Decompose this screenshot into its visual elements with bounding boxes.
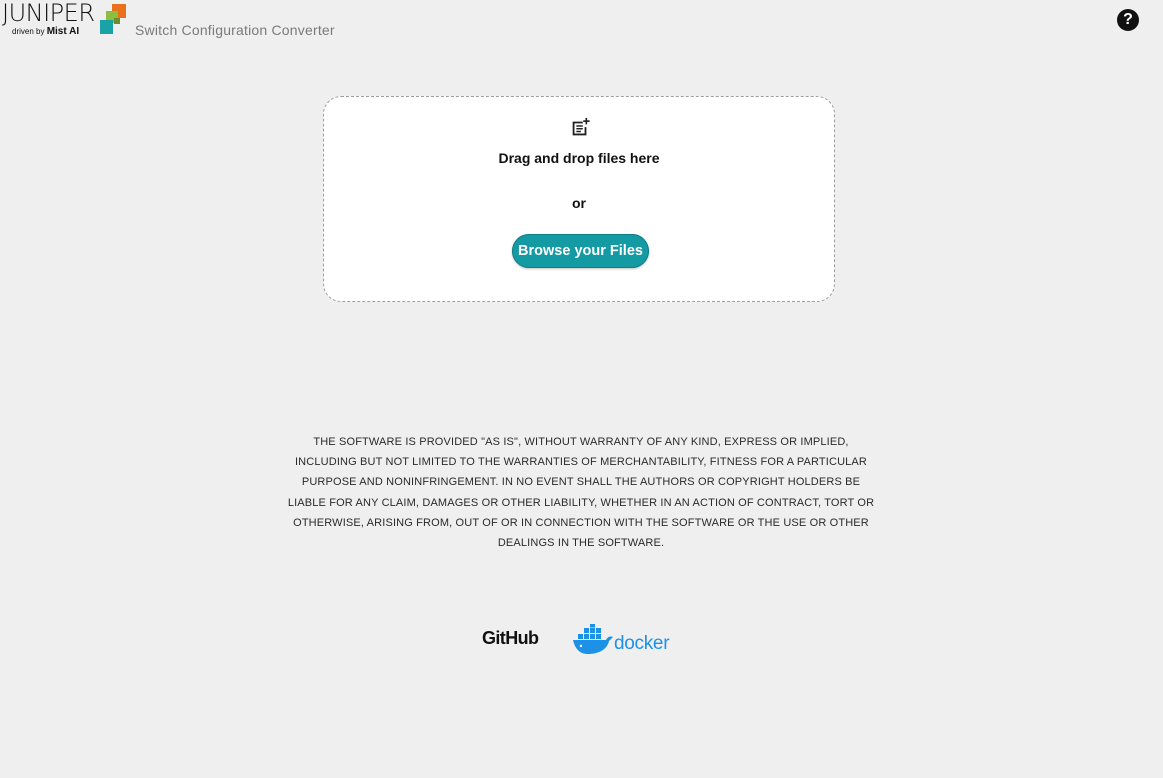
juniper-logo[interactable]: JUNIPER driven by Mist AI — [2, 0, 132, 40]
docker-link[interactable]: docker — [572, 624, 684, 656]
note-add-icon — [572, 117, 590, 136]
logo-tag-prefix: driven by — [12, 27, 45, 36]
help-button[interactable]: ? — [1117, 9, 1139, 31]
license-disclaimer: THE SOFTWARE IS PROVIDED "AS IS", WITHOU… — [287, 436, 875, 550]
docker-wordmark: docker — [614, 633, 670, 654]
logo-squares-icon — [100, 4, 126, 34]
docker-whale-icon — [573, 624, 613, 654]
logo-tagline: driven by Mist AI — [12, 26, 79, 37]
drop-label: Drag and drop files here — [498, 150, 660, 166]
or-label: or — [572, 195, 586, 211]
logo-wordmark: JUNIPER — [2, 0, 95, 27]
app-title: Switch Configuration Converter — [135, 22, 335, 38]
github-link[interactable]: GitHub — [482, 628, 539, 649]
app-header: JUNIPER driven by Mist AI Switch Configu… — [0, 0, 1163, 44]
logo-tag-brand: Mist AI — [46, 26, 80, 37]
file-dropzone[interactable]: Drag and drop files here or Browse your … — [323, 96, 835, 302]
footer-links: GitHub docker — [480, 620, 690, 660]
browse-files-button[interactable]: Browse your Files — [512, 234, 649, 268]
